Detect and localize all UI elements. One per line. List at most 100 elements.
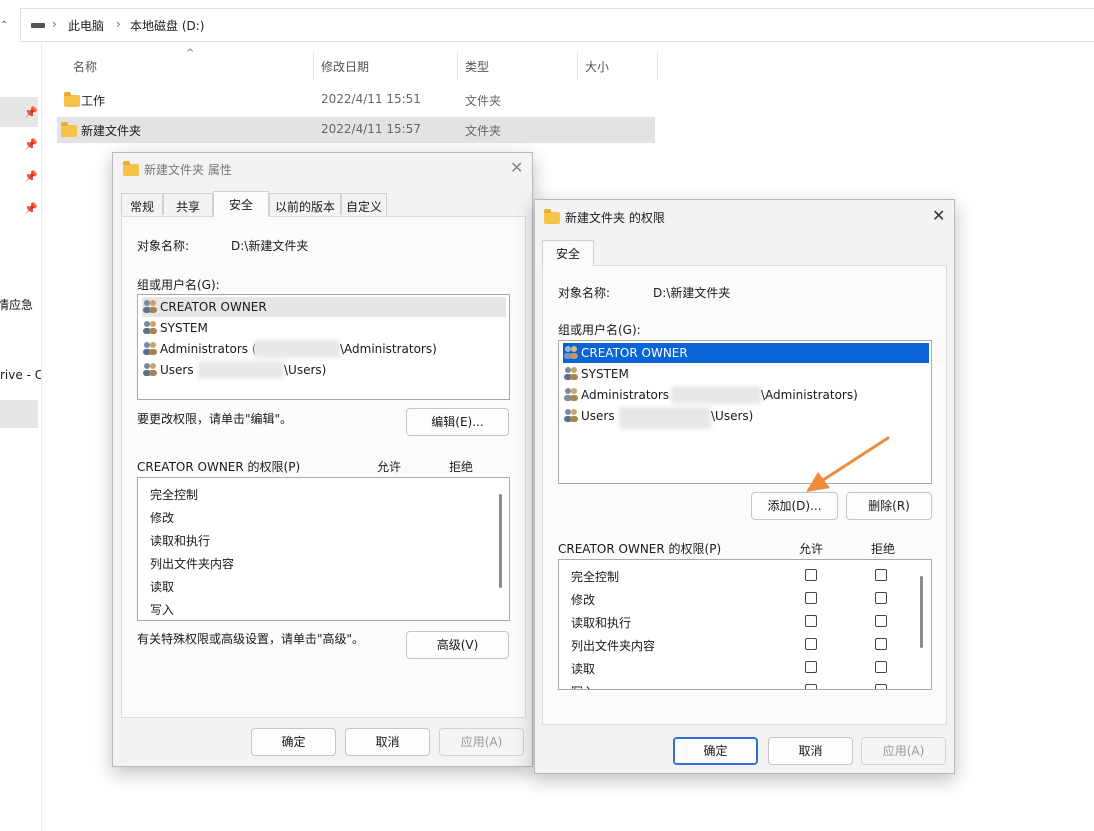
user-row-administrators[interactable]: Administrators \Administrators) xyxy=(563,385,929,405)
pin-icon: 📌 xyxy=(24,202,38,215)
cancel-button[interactable]: 取消 xyxy=(768,737,853,765)
user-row-users[interactable]: Users \Users) xyxy=(563,406,863,429)
cancel-button[interactable]: 取消 xyxy=(345,728,430,756)
nav-item-onedrive[interactable]: rive - C xyxy=(0,368,41,382)
tab-customize[interactable]: 自定义 xyxy=(341,193,387,215)
deny-list-folder-checkbox[interactable] xyxy=(875,638,887,650)
redacted-region xyxy=(198,361,284,379)
deny-header: 拒绝 xyxy=(871,542,896,556)
deny-modify-checkbox[interactable] xyxy=(875,592,887,604)
edit-hint: 要更改权限，请单击"编辑"。 xyxy=(137,412,293,426)
file-date: 2022/4/11 15:51 xyxy=(321,92,421,106)
user-row-creator-owner[interactable]: CREATOR OWNER xyxy=(142,297,506,317)
close-icon[interactable]: ✕ xyxy=(932,208,945,224)
object-name-value: D:\新建文件夹 xyxy=(653,286,731,300)
perm-write: 写入 xyxy=(150,603,175,617)
allow-read-execute-checkbox[interactable] xyxy=(805,615,817,627)
allow-list-folder-checkbox[interactable] xyxy=(805,638,817,650)
allow-full-control-checkbox[interactable] xyxy=(805,569,817,581)
tab-general[interactable]: 常规 xyxy=(121,193,163,215)
user-name: Users xyxy=(160,363,194,377)
perm-list-folder: 列出文件夹内容 xyxy=(571,639,656,653)
allow-write-checkbox[interactable] xyxy=(805,684,817,689)
users-icon xyxy=(143,321,157,334)
advanced-button[interactable]: 高级(V) xyxy=(406,631,509,659)
perm-read: 读取 xyxy=(150,580,175,594)
close-icon[interactable]: ✕ xyxy=(510,160,523,176)
perm-list-folder: 列出文件夹内容 xyxy=(150,557,235,571)
allow-modify-checkbox[interactable] xyxy=(805,592,817,604)
allow-header: 允许 xyxy=(799,542,824,556)
object-name-label: 对象名称: xyxy=(137,239,190,253)
deny-read-checkbox[interactable] xyxy=(875,661,887,673)
security-panel: 对象名称: D:\新建文件夹 组或用户名(G): CREATOR OWNER S… xyxy=(121,216,526,718)
permissions-title: CREATOR OWNER 的权限(P) xyxy=(137,460,301,474)
pin-icon: 📌 xyxy=(24,170,38,183)
user-row-creator-owner-selected[interactable]: CREATOR OWNER xyxy=(563,343,929,363)
column-header-type[interactable]: 类型 xyxy=(465,58,489,75)
allow-header: 允许 xyxy=(377,460,402,474)
users-icon xyxy=(143,300,157,313)
folder-icon xyxy=(64,92,80,107)
annotation-arrow-icon xyxy=(806,436,890,492)
redacted-region xyxy=(671,386,761,404)
perm-modify: 修改 xyxy=(571,593,596,607)
perm-modify: 修改 xyxy=(150,511,175,525)
column-header-size[interactable]: 大小 xyxy=(585,58,609,75)
user-name: CREATOR OWNER xyxy=(581,346,688,360)
object-name-label: 对象名称: xyxy=(558,286,611,300)
folder-icon xyxy=(123,161,139,176)
apply-button[interactable]: 应用(A) xyxy=(861,737,946,765)
address-bar[interactable]: › 此电脑 › 本地磁盘 (D:) xyxy=(20,8,1094,42)
file-date: 2022/4/11 15:57 xyxy=(321,122,421,136)
user-suffix: \Administrators) xyxy=(340,342,437,356)
group-users-label: 组或用户名(G): xyxy=(558,323,641,337)
redacted-region xyxy=(254,340,340,358)
column-header-name[interactable]: 名称 xyxy=(73,58,97,75)
apply-button[interactable]: 应用(A) xyxy=(439,728,524,756)
user-name: Users xyxy=(581,409,615,423)
file-row-selected[interactable]: 新建文件夹 2022/4/11 15:57 文件夹 xyxy=(57,117,655,143)
ok-button[interactable]: 确定 xyxy=(251,728,336,756)
scrollbar-thumb[interactable] xyxy=(920,576,923,648)
user-name: CREATOR OWNER xyxy=(160,300,267,314)
nav-selected-item[interactable] xyxy=(0,400,38,428)
perm-read-execute: 读取和执行 xyxy=(150,534,211,548)
pin-icon: 📌 xyxy=(24,138,38,151)
file-type: 文件夹 xyxy=(465,94,502,108)
tab-previous-versions[interactable]: 以前的版本 xyxy=(269,193,341,215)
breadcrumb-this-pc[interactable]: 此电脑 xyxy=(68,17,104,34)
breadcrumb-drive-d[interactable]: 本地磁盘 (D:) xyxy=(130,17,204,34)
tab-security[interactable]: 安全 xyxy=(542,240,594,266)
breadcrumb-chevron-icon: › xyxy=(116,17,121,31)
column-header-date[interactable]: 修改日期 xyxy=(321,58,369,75)
ok-button[interactable]: 确定 xyxy=(673,737,758,765)
tab-security[interactable]: 安全 xyxy=(213,191,269,217)
permissions-list[interactable]: 完全控制 修改 读取和执行 列出文件夹内容 读取 写入 xyxy=(137,477,510,621)
users-icon xyxy=(564,346,578,359)
back-arrow-icon[interactable]: ⌃ xyxy=(0,20,8,31)
deny-full-control-checkbox[interactable] xyxy=(875,569,887,581)
nav-item-truncated[interactable]: 情应急 xyxy=(0,296,33,313)
edit-button[interactable]: 编辑(E)... xyxy=(406,408,509,436)
user-row-administrators[interactable]: Administrators ( \Administrators) xyxy=(142,339,502,359)
object-name-value: D:\新建文件夹 xyxy=(231,239,309,253)
deny-write-checkbox[interactable] xyxy=(875,684,887,689)
allow-read-checkbox[interactable] xyxy=(805,661,817,673)
user-suffix: \Users) xyxy=(711,409,754,423)
dialog-title: 新建文件夹 属性 xyxy=(144,163,232,177)
users-listbox[interactable]: CREATOR OWNER SYSTEM Administrators ( \A… xyxy=(137,294,510,400)
user-name: Administrators xyxy=(581,388,670,402)
file-row[interactable]: 工作 2022/4/11 15:51 文件夹 xyxy=(57,87,655,113)
users-icon xyxy=(564,367,578,380)
user-row-users[interactable]: Users \Users) xyxy=(142,360,442,380)
folder-icon xyxy=(61,122,77,137)
perm-full-control: 完全控制 xyxy=(571,570,620,584)
tab-sharing[interactable]: 共享 xyxy=(163,193,213,215)
pin-icon: 📌 xyxy=(24,106,38,119)
user-suffix: \Users) xyxy=(284,363,327,377)
deny-read-execute-checkbox[interactable] xyxy=(875,615,887,627)
user-name: SYSTEM xyxy=(581,367,629,381)
scrollbar-thumb[interactable] xyxy=(499,494,502,588)
permissions-list[interactable]: 完全控制 修改 读取和执行 列出文件夹内容 读取 写入 xyxy=(558,559,932,690)
